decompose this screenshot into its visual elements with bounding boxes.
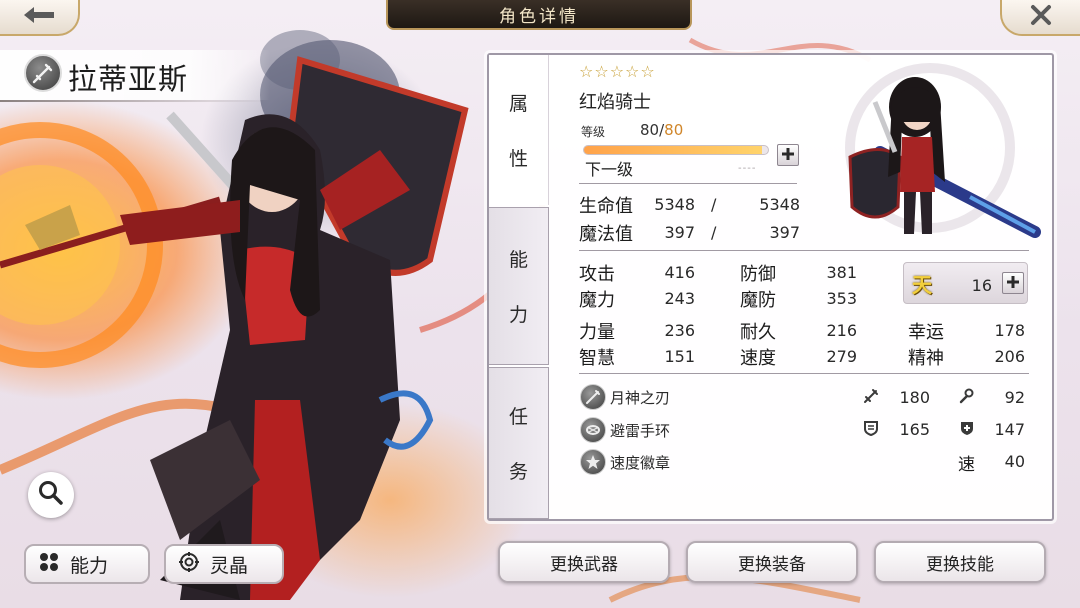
int-label: 智慧 <box>579 348 615 369</box>
mdef-value: 353 <box>826 289 857 308</box>
divider <box>579 250 1029 251</box>
atk-value: 416 <box>664 263 695 282</box>
change-weapon-button[interactable]: 更换武器 <box>498 541 670 583</box>
exp-bar-fill <box>584 146 763 154</box>
level-label: 等级 <box>581 125 606 139</box>
mp-max: 397 <box>769 223 800 242</box>
rarity-stars: ☆☆☆☆☆ <box>579 62 656 81</box>
badge-star-icon <box>580 449 606 475</box>
bonus-spd-value: 40 <box>1004 452 1025 471</box>
change-equipment-button[interactable]: 更换装备 <box>686 541 858 583</box>
mp-current: 397 <box>664 223 695 242</box>
hp-separator: / <box>711 195 717 214</box>
bonus-def-value: 165 <box>899 420 930 439</box>
sword-icon <box>24 54 62 92</box>
next-level-label: 下一级 <box>585 160 634 179</box>
name-underline <box>0 100 270 102</box>
bonus-spd-label: 速 <box>958 455 975 475</box>
spd-label: 速度 <box>740 348 776 369</box>
equipment-badge-name[interactable]: 速度徽章 <box>610 452 670 473</box>
hp-current: 5348 <box>654 195 695 214</box>
atk-label: 攻击 <box>579 264 615 285</box>
talent-plus-button[interactable] <box>1002 272 1024 294</box>
equipment-weapon-name[interactable]: 月神之刃 <box>610 387 670 408</box>
back-button[interactable] <box>0 0 80 36</box>
spi-label: 精神 <box>908 348 944 369</box>
divider <box>579 373 1029 374</box>
spi-value: 206 <box>994 347 1025 366</box>
str-label: 力量 <box>579 322 615 343</box>
str-value: 236 <box>664 321 695 340</box>
page-title-bar: 角色详情 <box>386 0 692 30</box>
tab-task[interactable]: 任 务 <box>489 367 549 519</box>
level-value: 80/80 <box>640 121 683 139</box>
crystal-button-label: 灵晶 <box>210 554 249 577</box>
plus-icon <box>1006 274 1020 293</box>
defense-shield-icon <box>862 419 880 437</box>
crystal-gear-icon <box>178 551 200 578</box>
int-value: 151 <box>664 347 695 366</box>
hp-label: 生命值 <box>579 196 633 217</box>
close-button[interactable] <box>1000 0 1080 36</box>
def-value: 381 <box>826 263 857 282</box>
luck-label: 幸运 <box>908 322 944 343</box>
hp-max: 5348 <box>759 195 800 214</box>
equipment-accessory-name[interactable]: 避雷手环 <box>610 420 670 441</box>
tab-ability-char-1: 能 <box>508 249 528 271</box>
level-up-plus-button[interactable] <box>777 144 799 166</box>
mdef-label: 魔防 <box>740 290 776 311</box>
blade-icon <box>580 384 606 410</box>
end-label: 耐久 <box>740 322 776 343</box>
magic-wand-icon <box>958 387 976 405</box>
level-max: 80 <box>664 121 684 139</box>
talent-value: 16 <box>971 276 992 295</box>
end-value: 216 <box>826 321 857 340</box>
change-skill-button[interactable]: 更换技能 <box>874 541 1046 583</box>
mag-value: 243 <box>664 289 695 308</box>
talent-icon: 天 <box>912 272 932 297</box>
bonus-mag-value: 92 <box>1004 388 1025 407</box>
crystal-button[interactable]: 灵晶 <box>164 544 284 584</box>
tab-task-char-2: 务 <box>508 461 528 483</box>
chibi-portrait <box>845 63 1041 238</box>
close-x-icon <box>1030 4 1052 30</box>
grid-dots-icon <box>38 551 60 578</box>
tab-attribute-char-1: 属 <box>508 93 528 115</box>
tab-task-char-1: 任 <box>508 406 528 428</box>
bracelet-icon <box>580 417 606 443</box>
plus-icon <box>781 146 795 165</box>
magnifier-icon <box>37 479 65 511</box>
tab-attribute-char-2: 性 <box>508 148 528 170</box>
zoom-button[interactable] <box>28 472 74 518</box>
mp-separator: / <box>711 223 717 242</box>
page-title: 角色详情 <box>499 6 579 27</box>
luck-value: 178 <box>994 321 1025 340</box>
mp-label: 魔法值 <box>579 224 633 245</box>
attack-sword-icon <box>862 387 880 405</box>
ability-button-label: 能力 <box>70 554 109 577</box>
bonus-mdef-value: 147 <box>994 420 1025 439</box>
def-label: 防御 <box>740 264 776 285</box>
tab-attribute[interactable]: 属 性 <box>489 55 549 205</box>
character-name: 拉蒂亚斯 <box>68 62 189 96</box>
tab-ability-char-2: 力 <box>508 304 528 326</box>
magic-shield-icon <box>958 419 976 437</box>
exp-bar <box>583 145 769 155</box>
bonus-atk-value: 180 <box>899 388 930 407</box>
tab-ability[interactable]: 能 力 <box>489 207 549 365</box>
mag-label: 魔力 <box>579 290 615 311</box>
level-current: 80 <box>640 121 660 139</box>
character-class: 红焰骑士 <box>579 92 651 113</box>
exp-remaining: ---- <box>738 163 757 174</box>
ability-button[interactable]: 能力 <box>24 544 150 584</box>
divider <box>579 183 797 184</box>
spd-value: 279 <box>826 347 857 366</box>
back-arrow-icon <box>22 6 56 28</box>
